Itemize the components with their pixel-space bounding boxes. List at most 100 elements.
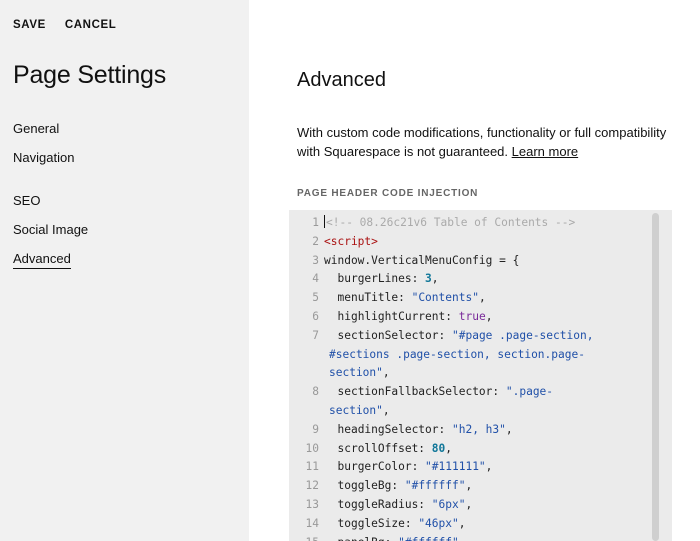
code-token: , xyxy=(382,366,390,380)
code-token: scrollOffset: xyxy=(324,441,432,455)
code-token: , xyxy=(445,441,453,455)
code-line-wrap: section", xyxy=(289,402,651,421)
code-line: 3 window.VerticalMenuConfig = { xyxy=(289,252,651,271)
editor-scrollbar[interactable] xyxy=(652,213,659,541)
line-number: 1 xyxy=(312,216,319,229)
sidebar-item-general[interactable]: General xyxy=(13,121,59,136)
code-token: , xyxy=(478,291,486,305)
code-token: "h2, h3" xyxy=(452,422,506,436)
code-token: burgerLines: xyxy=(324,272,426,286)
save-button[interactable]: SAVE xyxy=(13,19,46,31)
code-text: <script> xyxy=(324,233,651,252)
line-number: 13 xyxy=(305,497,319,511)
top-actions: SAVE CANCEL xyxy=(13,19,116,31)
main-panel: Advanced With custom code modifications,… xyxy=(249,0,700,541)
code-text: menuTitle: "Contents", xyxy=(324,289,651,308)
code-token: , xyxy=(485,460,493,474)
sidebar-item-advanced[interactable]: Advanced xyxy=(13,251,71,269)
line-number: 4 xyxy=(312,272,319,286)
code-text: burgerLines: 3, xyxy=(324,270,651,289)
code-line: 11 burgerColor: "#111111", xyxy=(289,458,651,477)
code-token: highlightCurrent: xyxy=(324,309,459,323)
code-token: toggleSize: xyxy=(324,516,419,530)
code-line: 5 menuTitle: "Contents", xyxy=(289,289,651,308)
code-token: , xyxy=(465,497,473,511)
line-number: 9 xyxy=(312,422,319,436)
code-text: <!-- 08.26c21v6 Table of Contents --> xyxy=(324,214,651,233)
line-number: 5 xyxy=(312,291,319,305)
line-number: 3 xyxy=(312,253,319,267)
code-token: window.VerticalMenuConfig = { xyxy=(324,253,520,267)
code-token: section" xyxy=(329,403,383,417)
line-number: 6 xyxy=(312,309,319,323)
code-token: "Contents" xyxy=(411,291,479,305)
code-line: 4 burgerLines: 3, xyxy=(289,270,651,289)
code-token: , xyxy=(505,422,513,436)
line-number: 11 xyxy=(305,460,319,474)
code-text: toggleRadius: "6px", xyxy=(324,496,651,515)
code-token: <!-- 08.26c21v6 Table of Contents --> xyxy=(326,216,576,229)
line-number: 10 xyxy=(305,441,319,455)
code-line: 6 highlightCurrent: true, xyxy=(289,308,651,327)
description-text: With custom code modifications, function… xyxy=(297,125,667,159)
sidebar-item-social-image[interactable]: Social Image xyxy=(13,222,88,237)
page-title: Advanced xyxy=(297,69,386,91)
code-text: window.VerticalMenuConfig = { xyxy=(324,252,651,271)
code-token: ".page- xyxy=(505,385,554,399)
sidebar: SAVE CANCEL Page Settings General Naviga… xyxy=(0,0,249,541)
code-token: sectionSelector: xyxy=(324,328,452,342)
code-token: "46px" xyxy=(418,516,459,530)
line-number: 2 xyxy=(312,234,319,248)
code-token: , xyxy=(485,309,493,323)
line-number: 12 xyxy=(305,479,319,493)
code-token: sectionFallbackSelector: xyxy=(324,385,506,399)
code-line: 9 headingSelector: "h2, h3", xyxy=(289,421,651,440)
code-line: 7 sectionSelector: "#page .page-section, xyxy=(289,327,651,346)
description: With custom code modifications, function… xyxy=(297,123,677,161)
code-token: panelBg: xyxy=(324,536,398,541)
code-line: 13 toggleRadius: "6px", xyxy=(289,496,651,515)
code-token: burgerColor: xyxy=(324,460,426,474)
code-token: "6px" xyxy=(431,497,466,511)
code-token: "#ffffff" xyxy=(398,536,459,541)
code-token: true xyxy=(458,309,486,323)
code-token: toggleRadius: xyxy=(324,497,432,511)
code-text: burgerColor: "#111111", xyxy=(324,458,651,477)
code-text: section", xyxy=(289,402,651,421)
sidebar-item-navigation[interactable]: Navigation xyxy=(13,150,74,165)
code-text: sectionSelector: "#page .page-section, xyxy=(324,327,651,346)
line-number: 14 xyxy=(305,516,319,530)
code-text: toggleSize: "46px", xyxy=(324,515,651,534)
code-token: section" xyxy=(329,366,383,380)
code-token: , xyxy=(431,272,439,286)
code-token: "#page .page-section, xyxy=(452,328,594,342)
sidebar-title: Page Settings xyxy=(13,61,167,89)
line-number: 8 xyxy=(312,385,319,399)
code-token: , xyxy=(465,479,473,493)
code-text: highlightCurrent: true, xyxy=(324,308,651,327)
code-text: panelBg: "#ffffff" xyxy=(324,534,651,541)
code-token: headingSelector: xyxy=(324,422,452,436)
code-line: 12 toggleBg: "#ffffff", xyxy=(289,477,651,496)
code-token: , xyxy=(458,516,466,530)
code-line: 1 <!-- 08.26c21v6 Table of Contents --> xyxy=(289,214,651,233)
code-line-wrap: section", xyxy=(289,364,651,383)
code-line: 8 sectionFallbackSelector: ".page- xyxy=(289,383,651,402)
code-editor[interactable]: 1 <!-- 08.26c21v6 Table of Contents --> 2 <… xyxy=(289,210,672,541)
line-number: 7 xyxy=(312,328,319,342)
cancel-button[interactable]: CANCEL xyxy=(65,19,117,31)
text-cursor xyxy=(324,215,325,228)
code-text: section", xyxy=(289,364,651,383)
learn-more-link[interactable]: Learn more xyxy=(512,144,578,159)
code-text: scrollOffset: 80, xyxy=(324,440,651,459)
code-line: 14 toggleSize: "46px", xyxy=(289,515,651,534)
line-number: 15 xyxy=(289,534,324,541)
code-token: <script> xyxy=(324,234,378,248)
code-text: headingSelector: "h2, h3", xyxy=(324,421,651,440)
code-line: 15 panelBg: "#ffffff" xyxy=(289,534,651,541)
code-token: "#111111" xyxy=(425,460,486,474)
code-content[interactable]: 1 <!-- 08.26c21v6 Table of Contents --> 2 <… xyxy=(289,214,651,541)
code-token: #sections .page-section, section.page- xyxy=(329,347,585,361)
code-line: 10 scrollOffset: 80, xyxy=(289,440,651,459)
sidebar-item-seo[interactable]: SEO xyxy=(13,193,40,208)
